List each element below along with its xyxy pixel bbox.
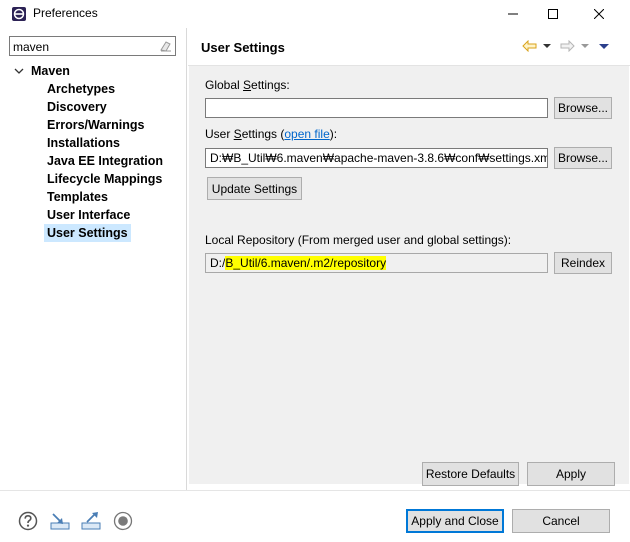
eclipse-icon	[12, 7, 26, 21]
forward-button[interactable]	[560, 39, 589, 53]
import-icon[interactable]	[50, 511, 70, 531]
tree-item-discovery[interactable]: Discovery	[44, 98, 110, 116]
page-header: User Settings	[188, 28, 630, 66]
help-icon[interactable]	[18, 511, 38, 531]
preference-tree-pane: Maven Archetypes Discovery Errors/Warnin…	[0, 28, 187, 490]
tree-item-user-settings[interactable]: User Settings	[44, 224, 131, 242]
maximize-icon	[548, 9, 558, 19]
export-icon[interactable]	[81, 511, 101, 531]
view-menu-icon	[599, 43, 609, 49]
settings-panel: Global Settings: Browse... User Settings…	[189, 66, 629, 486]
highlighted-path: B_Util/6.maven/.m2/repository	[225, 256, 387, 270]
filter-input[interactable]	[13, 39, 153, 54]
cancel-button[interactable]: Cancel	[512, 509, 610, 533]
close-button[interactable]	[576, 0, 622, 28]
chevron-down-icon[interactable]	[14, 66, 24, 76]
apply-button[interactable]: Apply	[527, 462, 615, 486]
tree-item-installations[interactable]: Installations	[44, 134, 123, 152]
reindex-button[interactable]: Reindex	[554, 252, 612, 274]
view-menu-button[interactable]	[599, 39, 609, 53]
maximize-button[interactable]	[530, 0, 576, 28]
forward-dropdown-icon[interactable]	[581, 43, 589, 49]
filter-field[interactable]	[9, 36, 176, 56]
update-settings-button[interactable]: Update Settings	[207, 177, 302, 200]
global-settings-field[interactable]	[205, 98, 548, 118]
tree-item-errors-warnings[interactable]: Errors/Warnings	[44, 116, 147, 134]
user-settings-browse-button[interactable]: Browse...	[554, 147, 612, 169]
forward-arrow-icon	[560, 40, 575, 52]
back-button[interactable]	[522, 39, 551, 53]
record-icon[interactable]	[113, 511, 133, 531]
back-dropdown-icon[interactable]	[543, 43, 551, 49]
tree-item-archetypes[interactable]: Archetypes	[44, 80, 118, 98]
window-title: Preferences	[33, 6, 98, 20]
page-title: User Settings	[201, 40, 285, 55]
back-arrow-icon	[522, 40, 537, 52]
close-icon	[594, 9, 604, 19]
open-file-link[interactable]: open file	[284, 127, 329, 141]
tree-item-user-interface[interactable]: User Interface	[44, 206, 133, 224]
global-settings-label: Global Settings:	[205, 78, 290, 92]
minimize-icon	[508, 13, 518, 15]
title-bar: Preferences	[0, 0, 630, 28]
dialog-footer: Apply and Close Cancel	[0, 490, 630, 542]
clear-filter-icon[interactable]	[159, 40, 172, 52]
user-settings-field[interactable]: D:₩B_Util₩6.maven₩apache-maven-3.8.6₩con…	[205, 148, 548, 168]
preference-page: User Settings Global Settings: Browse...…	[188, 28, 630, 490]
local-repository-field[interactable]: D:/B_Util/6.maven/.m2/repository	[205, 253, 548, 273]
restore-defaults-button[interactable]: Restore Defaults	[422, 462, 519, 486]
tree-node-label: Maven	[31, 64, 70, 78]
global-settings-browse-button[interactable]: Browse...	[554, 97, 612, 119]
local-repository-label: Local Repository (From merged user and g…	[205, 233, 512, 247]
tree-item-templates[interactable]: Templates	[44, 188, 111, 206]
tree-node-maven[interactable]: Maven	[14, 62, 70, 80]
tree-item-java-ee-integration[interactable]: Java EE Integration	[44, 152, 166, 170]
tree-item-lifecycle-mappings[interactable]: Lifecycle Mappings	[44, 170, 165, 188]
apply-and-close-button[interactable]: Apply and Close	[406, 509, 504, 533]
user-settings-label: User Settings (open file):	[205, 127, 338, 141]
